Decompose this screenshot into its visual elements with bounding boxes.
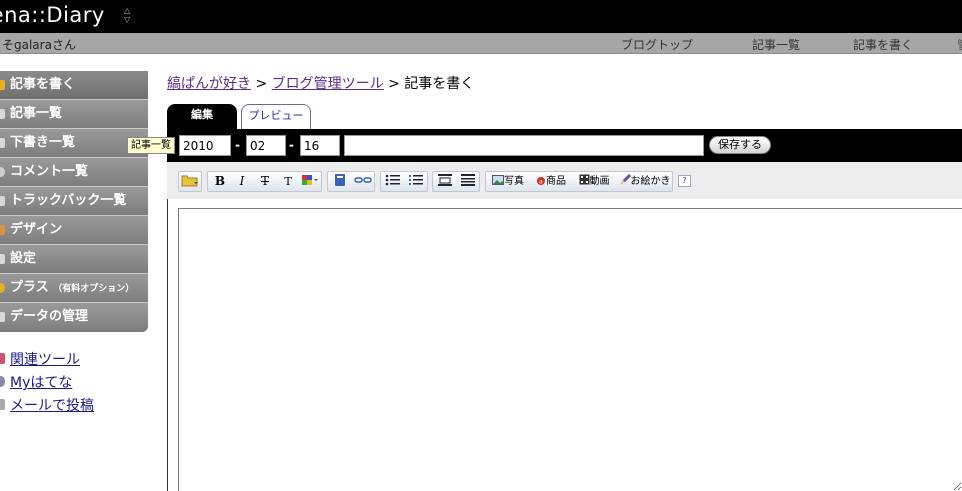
video-button[interactable]: 動画 xyxy=(574,173,614,190)
toolbar-group-format: B I T T xyxy=(207,171,322,192)
sidebar-item-label: デザイン xyxy=(10,222,63,237)
help-icon[interactable]: ? xyxy=(678,175,691,187)
tab-edit[interactable]: 編集 xyxy=(167,104,237,129)
draft-icon xyxy=(0,138,5,148)
numbered-list-icon[interactable] xyxy=(406,173,426,190)
sidebar-item-settings[interactable]: 設定 xyxy=(0,245,148,274)
plus-option-note: （有料オプション） xyxy=(53,284,135,294)
sidebar-item-design[interactable]: デザイン xyxy=(0,216,148,245)
sidebar-item-trackbacks[interactable]: トラックバック一覧 xyxy=(0,187,148,216)
drawing-label: お絵かき xyxy=(630,176,671,187)
link-row: Myはてな xyxy=(0,372,148,395)
bullet-list-icon[interactable] xyxy=(383,173,403,190)
svg-text:a: a xyxy=(539,179,543,186)
nav-blog-top[interactable]: ブログトップ xyxy=(621,36,693,53)
breadcrumb-separator: > xyxy=(251,76,272,92)
day-field[interactable] xyxy=(300,135,340,156)
strikethrough-button[interactable]: T xyxy=(255,173,275,190)
sidebar-item-plus[interactable]: プラス （有料オプション） xyxy=(0,274,148,303)
table-icon[interactable] xyxy=(458,173,478,190)
link-mail-post[interactable]: メールで投稿 xyxy=(10,398,94,414)
toolbar-group-insert xyxy=(327,171,375,192)
nav-article-list[interactable]: 記事一覧 xyxy=(752,36,800,53)
date-separator: - xyxy=(289,138,294,152)
sidebar-item-data-management[interactable]: データの管理 xyxy=(0,303,148,332)
comment-icon xyxy=(0,167,5,177)
sidebar-item-comments[interactable]: コメント一覧 xyxy=(0,158,148,187)
site-header: rena::Diary △▽ xyxy=(0,0,962,33)
sidebar-menu: 記事を書く 記事一覧 下書き一覧 コメント一覧 トラックバック一覧 デザイン 設… xyxy=(0,71,148,332)
tools-icon xyxy=(0,353,5,364)
toolbar-group-lists xyxy=(380,171,428,192)
document-icon xyxy=(0,109,5,119)
font-size-button[interactable]: T xyxy=(277,173,299,190)
article-body-editor[interactable] xyxy=(178,208,962,491)
link-related-tools[interactable]: 関連ツール xyxy=(10,352,80,368)
product-label: 商品 xyxy=(546,176,566,187)
video-label: 動画 xyxy=(589,176,610,187)
product-button[interactable]: a 商品 xyxy=(531,173,571,190)
sidebar-item-label: 下書き一覧 xyxy=(10,135,76,150)
link-row: 関連ツール xyxy=(0,349,148,372)
link-my-hatena[interactable]: Myはてな xyxy=(10,375,72,391)
nav-write-article[interactable]: 記事を書く xyxy=(853,36,913,53)
sidebar-item-label: 設定 xyxy=(10,251,37,266)
sidebar: 記事を書く 記事一覧 下書き一覧 コメント一覧 トラックバック一覧 デザイン 設… xyxy=(0,71,148,418)
editor-toolbar: B I T T 写真 a 商品 動画 お絵かき ? xyxy=(167,162,962,199)
sidebar-item-label: トラックバック一覧 xyxy=(10,193,127,208)
user-bar: そgalaraさん ブログトップ 記事一覧 記事を書く 管 xyxy=(0,33,962,54)
trackback-icon xyxy=(0,196,5,206)
sidebar-item-label: データの管理 xyxy=(10,309,89,324)
italic-button[interactable]: I xyxy=(232,173,252,190)
username-label: そgalaraさん xyxy=(2,38,76,52)
toolbar-group-file xyxy=(178,171,202,192)
database-icon xyxy=(0,312,5,322)
tooltip: 記事一覧 xyxy=(127,137,175,154)
date-separator: - xyxy=(235,138,240,152)
palette-icon xyxy=(0,225,5,235)
date-title-bar: - - 保存する xyxy=(167,129,962,162)
month-field[interactable] xyxy=(246,135,286,156)
plus-coin-icon xyxy=(0,283,5,293)
tab-preview[interactable]: プレビュー xyxy=(241,104,311,129)
nav-manage[interactable]: 管 xyxy=(957,36,962,53)
color-palette-icon[interactable] xyxy=(300,173,320,190)
link-icon[interactable] xyxy=(353,173,373,190)
sidebar-item-write[interactable]: 記事を書く xyxy=(0,71,148,100)
service-switch-icon[interactable]: △ ▽ xyxy=(124,6,130,24)
bold-button[interactable]: B xyxy=(210,173,230,190)
save-button[interactable]: 保存する xyxy=(709,136,771,154)
breadcrumb-blog-link[interactable]: 縞ぱんが好き xyxy=(167,76,251,92)
mail-icon xyxy=(0,399,5,410)
align-block-icon[interactable] xyxy=(435,173,455,190)
settings-icon xyxy=(0,254,5,264)
sidebar-item-label: 記事一覧 xyxy=(10,106,63,121)
drawing-button[interactable]: お絵かき xyxy=(617,173,673,190)
breadcrumb: 縞ぱんが好き > ブログ管理ツール > 記事を書く xyxy=(167,73,474,93)
sidebar-item-label: プラス xyxy=(10,280,49,295)
site-logo[interactable]: rena::Diary xyxy=(0,3,105,27)
year-field[interactable] xyxy=(179,135,231,156)
sidebar-item-label: 記事を書く xyxy=(10,77,76,92)
breadcrumb-current: 記事を書く xyxy=(404,76,475,92)
title-field[interactable] xyxy=(344,135,704,156)
breadcrumb-admin-link[interactable]: ブログ管理ツール xyxy=(272,76,384,92)
pencil-icon xyxy=(0,80,5,90)
folder-icon[interactable] xyxy=(180,173,200,190)
sidebar-item-drafts[interactable]: 下書き一覧 xyxy=(0,129,148,158)
breadcrumb-separator: > xyxy=(383,76,405,92)
quote-icon[interactable] xyxy=(330,173,350,190)
toolbar-group-blocks xyxy=(432,171,480,192)
sidebar-item-article-list[interactable]: 記事一覧 xyxy=(0,100,148,129)
link-row: メールで投稿 xyxy=(0,395,148,418)
photo-button[interactable]: 写真 xyxy=(488,173,528,190)
sidebar-item-label: コメント一覧 xyxy=(10,164,89,179)
hatena-icon xyxy=(0,376,5,387)
photo-label: 写真 xyxy=(504,176,524,187)
toolbar-group-media: 写真 a 商品 動画 お絵かき xyxy=(485,171,673,192)
sidebar-links: 関連ツール Myはてな メールで投稿 xyxy=(0,349,148,418)
